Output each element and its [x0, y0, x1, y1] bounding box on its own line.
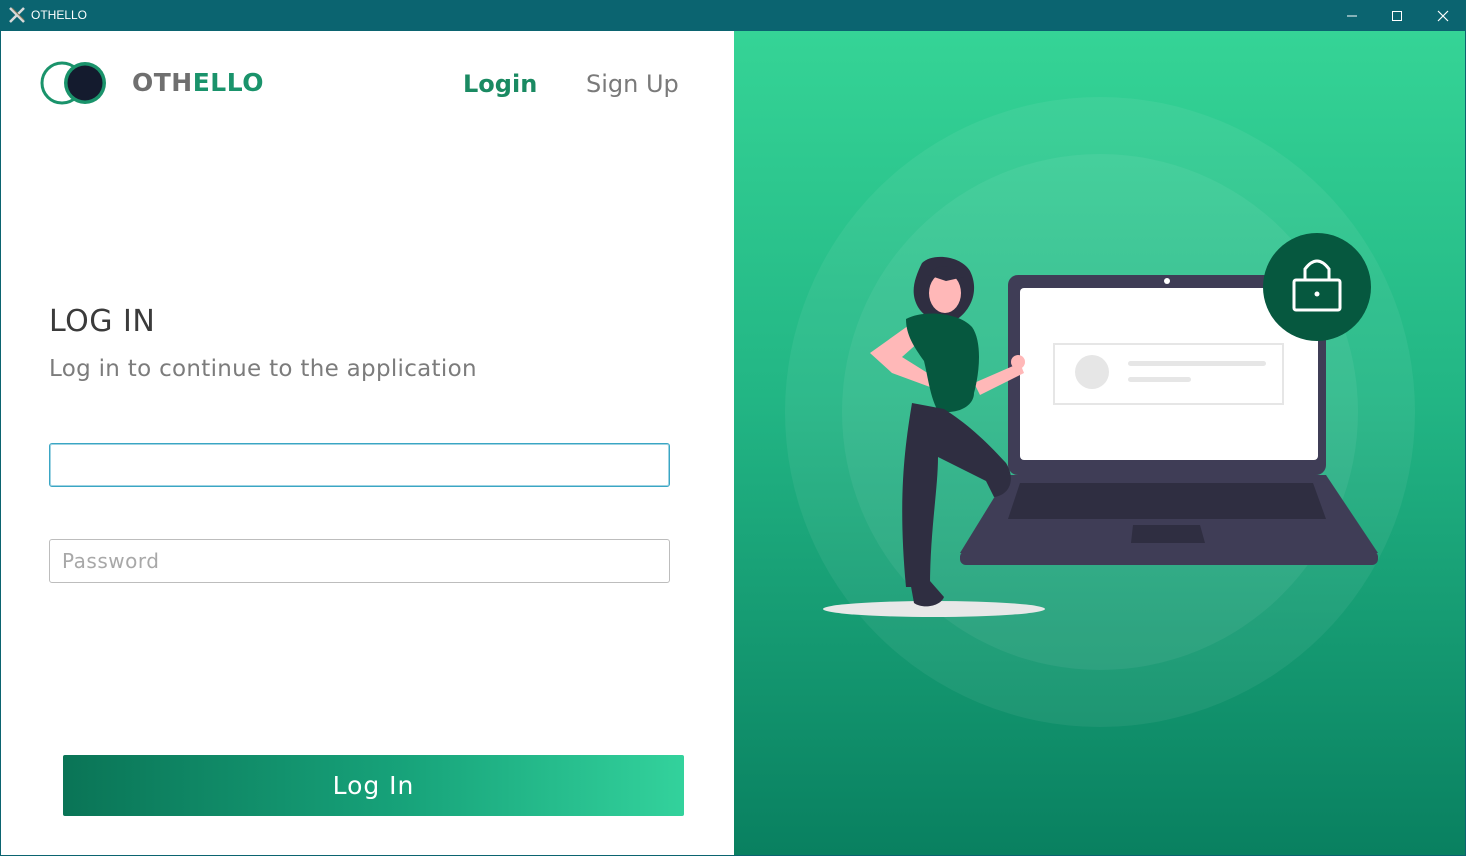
window-frame: [0, 31, 1466, 856]
close-icon: [1437, 10, 1449, 21]
title-bar: OTHELLO: [0, 0, 1466, 31]
window-title: OTHELLO: [31, 8, 88, 22]
maximize-button[interactable]: [1374, 0, 1420, 31]
minimize-button[interactable]: [1329, 0, 1375, 31]
minimize-icon: [1347, 15, 1357, 16]
maximize-icon: [1392, 10, 1402, 21]
app-icon: [9, 7, 25, 23]
close-button[interactable]: [1420, 0, 1466, 31]
